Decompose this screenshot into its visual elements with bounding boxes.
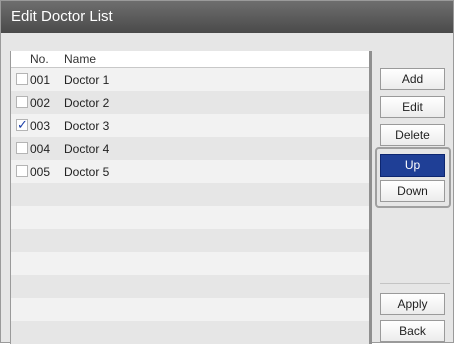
list-item[interactable]: 004 Doctor 4 <box>11 137 369 160</box>
button-column: Add Edit Delete Up Down Apply Back <box>375 51 454 344</box>
row-checkbox[interactable] <box>16 142 28 154</box>
empty-list-row <box>11 206 369 229</box>
doctor-list[interactable]: No. Name 001 Doctor 1 002 Doctor 2 003 Doctor… <box>10 51 372 344</box>
row-number: 001 <box>30 73 51 87</box>
move-button-group: Up Down <box>375 147 451 208</box>
dialog-title: Edit Doctor List <box>1 1 453 33</box>
row-number: 004 <box>30 142 51 156</box>
button-separator <box>380 283 450 284</box>
empty-list-row <box>11 298 369 321</box>
row-doctor-name: Doctor 2 <box>64 96 110 110</box>
empty-list-row <box>11 252 369 275</box>
up-button[interactable]: Up <box>380 154 445 177</box>
edit-button[interactable]: Edit <box>380 96 445 118</box>
row-number: 005 <box>30 165 51 179</box>
column-header-no: No. <box>30 52 49 66</box>
down-button[interactable]: Down <box>380 180 445 202</box>
list-rows: 001 Doctor 1 002 Doctor 2 003 Doctor 3 004 Doct… <box>11 68 369 344</box>
empty-list-row <box>11 229 369 252</box>
edit-doctor-list-dialog: Edit Doctor List No. Name 001 Doctor 1 002… <box>0 0 454 344</box>
list-item[interactable]: 005 Doctor 5 <box>11 160 369 183</box>
list-item[interactable]: 002 Doctor 2 <box>11 91 369 114</box>
apply-button[interactable]: Apply <box>380 293 445 315</box>
row-checkbox[interactable] <box>16 96 28 108</box>
empty-list-row <box>11 183 369 206</box>
column-header-name: Name <box>64 52 97 66</box>
list-item[interactable]: 003 Doctor 3 <box>11 114 369 137</box>
row-checkbox[interactable] <box>16 165 28 177</box>
row-doctor-name: Doctor 3 <box>64 119 110 133</box>
row-checkbox[interactable] <box>16 73 28 85</box>
row-number: 002 <box>30 96 51 110</box>
row-doctor-name: Doctor 4 <box>64 142 110 156</box>
back-button[interactable]: Back <box>380 320 445 342</box>
row-doctor-name: Doctor 5 <box>64 165 110 179</box>
empty-list-row <box>11 275 369 298</box>
row-checkbox[interactable] <box>16 117 28 133</box>
delete-button[interactable]: Delete <box>380 124 445 146</box>
list-header: No. Name <box>11 51 369 68</box>
add-button[interactable]: Add <box>380 68 445 90</box>
empty-list-row <box>11 321 369 344</box>
list-item[interactable]: 001 Doctor 1 <box>11 68 369 91</box>
row-doctor-name: Doctor 1 <box>64 73 110 87</box>
row-number: 003 <box>30 119 51 133</box>
